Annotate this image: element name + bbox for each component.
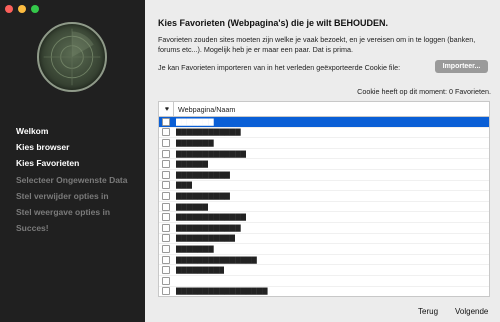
site-name: ▇▇▇▇▇▇▇▇▇ <box>176 267 225 275</box>
zoom-window-icon[interactable] <box>31 5 39 13</box>
table-row[interactable]: ▇▇▇▇▇▇▇▇▇▇▇▇▇ <box>159 149 489 160</box>
table-row[interactable] <box>159 276 489 287</box>
site-name: ▇▇▇▇▇▇▇▇▇▇ <box>176 192 230 200</box>
table-row[interactable]: ▇▇▇▇▇▇▇▇▇▇▇ <box>159 234 489 245</box>
favorite-checkbox[interactable] <box>162 138 170 147</box>
table-row[interactable]: ▇▇▇▇▇▇▇▇▇▇▇▇▇ <box>159 212 489 223</box>
favorite-checkbox[interactable] <box>162 170 170 179</box>
page-title: Kies Favorieten (Webpagina's) die je wil… <box>158 18 389 28</box>
site-name: ▇▇▇▇▇▇▇▇▇▇▇▇ <box>176 129 241 137</box>
favorites-table[interactable]: ♥ Webpagina/Naam ▇▇▇▇▇▇▇ ▇▇▇▇▇▇▇▇▇▇▇▇ ▇▇▇▇… <box>158 101 490 297</box>
wizard-step: Kies Favorieten <box>16 158 80 169</box>
site-name: ▇▇▇▇▇▇▇▇▇▇ <box>176 171 230 179</box>
site-name: ▇▇▇▇▇▇▇▇▇▇▇▇▇ <box>176 150 246 158</box>
site-name: ▇▇▇▇▇▇▇ <box>176 139 214 147</box>
favorite-checkbox[interactable] <box>162 234 170 243</box>
table-row[interactable]: ▇▇▇▇▇▇▇▇▇ <box>159 265 489 276</box>
favorite-checkbox[interactable] <box>162 181 170 190</box>
wizard-step: Stel verwijder opties in <box>16 190 109 201</box>
favorite-checkbox[interactable] <box>162 149 170 158</box>
table-row[interactable]: ▇▇▇▇▇▇▇▇▇▇▇▇▇▇▇▇▇ <box>159 287 489 297</box>
site-name: ▇▇▇▇▇▇ <box>176 161 209 169</box>
favorite-checkbox[interactable] <box>162 117 170 126</box>
favorite-checkbox[interactable] <box>162 191 170 200</box>
table-row[interactable]: ▇▇▇▇▇▇▇ <box>159 138 489 149</box>
favorite-checkbox[interactable] <box>162 266 170 275</box>
favorite-checkbox[interactable] <box>162 223 170 232</box>
site-name: ▇▇▇▇▇▇ <box>176 203 209 211</box>
favorite-checkbox[interactable] <box>162 202 170 211</box>
table-row[interactable]: ▇▇▇▇▇▇ <box>159 159 489 170</box>
table-row[interactable]: ▇▇▇ <box>159 181 489 192</box>
favorite-checkbox[interactable] <box>162 244 170 253</box>
import-label: Je kan Favorieten importeren van in het … <box>158 63 401 72</box>
favorite-checkbox[interactable] <box>162 255 170 264</box>
column-header-site[interactable]: Webpagina/Naam <box>173 102 235 117</box>
site-name: ▇▇▇▇▇▇▇ <box>176 118 214 126</box>
page-description: Favorieten zouden sites moeten zijn welk… <box>158 35 476 54</box>
favorite-checkbox[interactable] <box>162 276 170 285</box>
wizard-step: Selecteer Ongewenste Data <box>16 174 128 185</box>
table-row[interactable]: ▇▇▇▇▇▇▇▇▇▇▇▇▇▇▇ <box>159 255 489 266</box>
favorite-checkbox[interactable] <box>162 213 170 222</box>
table-row[interactable]: ▇▇▇▇▇▇▇ <box>159 117 489 128</box>
site-name: ▇▇▇▇▇▇▇ <box>176 245 214 253</box>
back-button[interactable]: Terug <box>418 307 438 316</box>
site-name: ▇▇▇▇▇▇▇▇▇▇▇▇ <box>176 224 241 232</box>
table-row[interactable]: ▇▇▇▇▇▇▇▇▇▇ <box>159 191 489 202</box>
favorite-checkbox[interactable] <box>162 128 170 137</box>
minimize-window-icon[interactable] <box>18 5 26 13</box>
site-name: ▇▇▇ <box>176 182 193 190</box>
table-row[interactable]: ▇▇▇▇▇▇▇ <box>159 244 489 255</box>
site-name: ▇▇▇▇▇▇▇▇▇▇▇▇▇▇▇▇▇ <box>176 288 268 296</box>
table-row[interactable]: ▇▇▇▇▇▇ <box>159 202 489 213</box>
wizard-step: Stel weergave opties in <box>16 207 111 218</box>
table-row[interactable]: ▇▇▇▇▇▇▇▇▇▇▇▇ <box>159 128 489 139</box>
site-name: ▇▇▇▇▇▇▇▇▇▇▇▇▇ <box>176 214 246 222</box>
table-header: ♥ Webpagina/Naam <box>159 102 489 117</box>
main-panel: Kies Favorieten (Webpagina's) die je wil… <box>145 0 500 322</box>
radar-logo-icon <box>37 22 107 92</box>
table-body: ▇▇▇▇▇▇▇ ▇▇▇▇▇▇▇▇▇▇▇▇ ▇▇▇▇▇▇▇ ▇▇▇▇▇▇▇▇▇▇▇▇▇ ▇… <box>159 117 489 297</box>
wizard-steps: Welkom Kies browser Kies Favorieten Selecte… <box>16 123 128 236</box>
heart-icon[interactable]: ♥ <box>161 106 173 113</box>
window-controls <box>5 5 39 13</box>
favorite-checkbox[interactable] <box>162 160 170 169</box>
site-name: ▇▇▇▇▇▇▇▇▇▇▇▇▇▇▇ <box>176 256 257 264</box>
import-button[interactable]: Importeer... <box>435 60 488 73</box>
sidebar: Welkom Kies browser Kies Favorieten Selecte… <box>0 0 145 322</box>
table-row[interactable]: ▇▇▇▇▇▇▇▇▇▇ <box>159 170 489 181</box>
wizard-step: Kies browser <box>16 142 70 153</box>
wizard-step: Welkom <box>16 126 49 136</box>
favorite-checkbox[interactable] <box>162 287 170 296</box>
close-window-icon[interactable] <box>5 5 13 13</box>
table-row[interactable]: ▇▇▇▇▇▇▇▇▇▇▇▇ <box>159 223 489 234</box>
wizard-step: Succes! <box>16 223 49 234</box>
next-button[interactable]: Volgende <box>455 307 488 316</box>
cookie-status: Cookie heeft op dit moment: 0 Favorieten… <box>357 87 491 96</box>
site-name: ▇▇▇▇▇▇▇▇▇▇▇ <box>176 235 236 243</box>
